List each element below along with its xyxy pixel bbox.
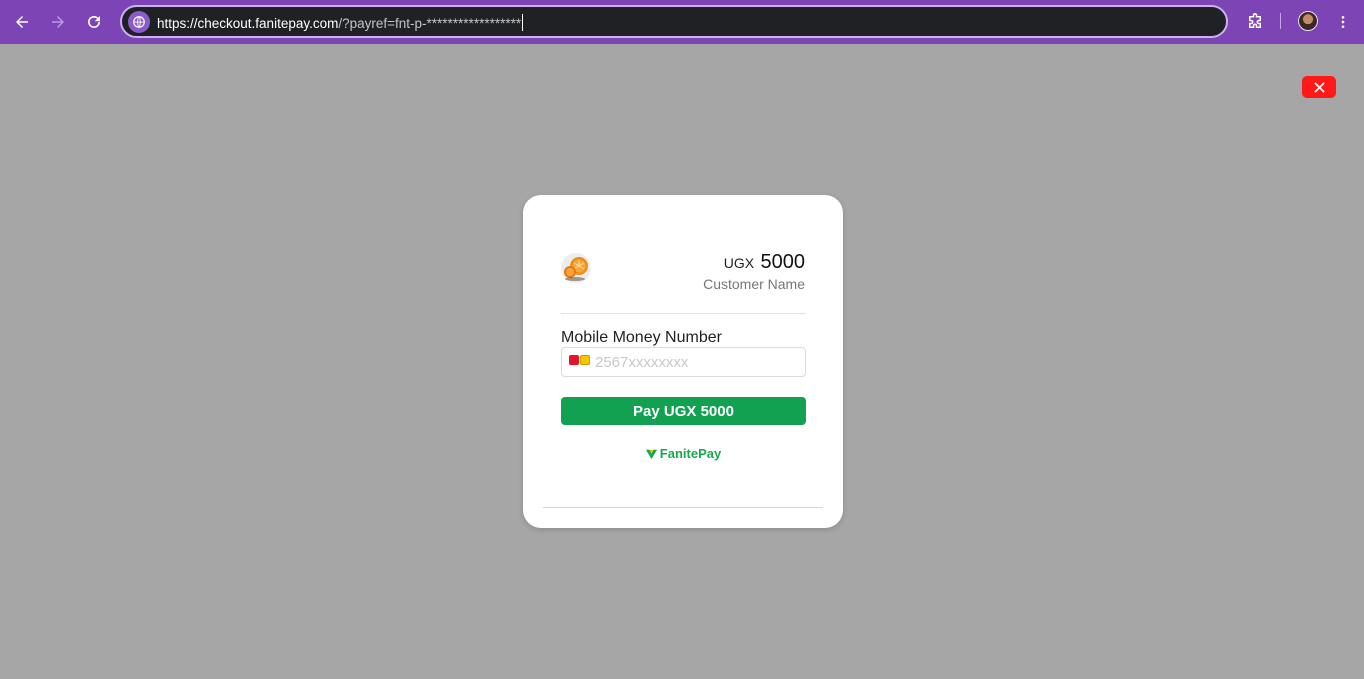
reload-icon (88, 15, 100, 28)
toolbar-separator (1280, 13, 1281, 29)
extensions-button[interactable] (1242, 9, 1268, 35)
forward-icon (52, 16, 64, 28)
back-icon (16, 16, 28, 28)
text-caret (522, 14, 524, 31)
bottom-divider (543, 507, 823, 508)
fanitepay-logo-icon (645, 449, 657, 460)
airtel-icon (569, 355, 579, 365)
customer-name: Customer Name (703, 276, 805, 292)
amount-value: 5000 (760, 251, 806, 273)
profile-avatar[interactable] (1298, 11, 1318, 31)
checkout-card: UGX 5000 Customer Name Mobile Money Numb… (523, 195, 843, 528)
brand-name: FanitePay (659, 446, 722, 461)
amount-display: UGX 5000 (724, 251, 805, 274)
phone-field[interactable] (561, 347, 806, 377)
site-info-icon[interactable] (128, 11, 150, 33)
url-host: https://checkout.fanitepay.com (157, 16, 339, 31)
merchant-logo (561, 253, 591, 283)
menu-icon (1341, 16, 1345, 28)
mobile-money-label: Mobile Money Number (561, 329, 722, 346)
currency-code: UGX (723, 255, 755, 271)
browser-menu-button[interactable] (1332, 9, 1354, 35)
url-path: /?payref=fnt-p-****************** (338, 16, 522, 31)
close-icon (1313, 81, 1325, 93)
address-bar[interactable]: https://checkout.fanitepay.com/?payref=f… (120, 5, 1228, 38)
fanitepay-brand: FanitePay (523, 446, 843, 461)
extensions-icon (1249, 13, 1261, 28)
reload-button[interactable] (81, 9, 107, 35)
phone-input[interactable] (595, 352, 795, 372)
url-text[interactable]: https://checkout.fanitepay.com/?payref=f… (157, 14, 524, 31)
divider (561, 313, 806, 314)
back-button[interactable] (9, 9, 35, 35)
mtn-icon (580, 355, 590, 365)
forward-button[interactable] (45, 9, 71, 35)
network-icons (569, 355, 590, 365)
close-button[interactable] (1302, 76, 1336, 98)
browser-toolbar: https://checkout.fanitepay.com/?payref=f… (0, 0, 1364, 44)
pay-button[interactable]: Pay UGX 5000 (561, 397, 806, 425)
